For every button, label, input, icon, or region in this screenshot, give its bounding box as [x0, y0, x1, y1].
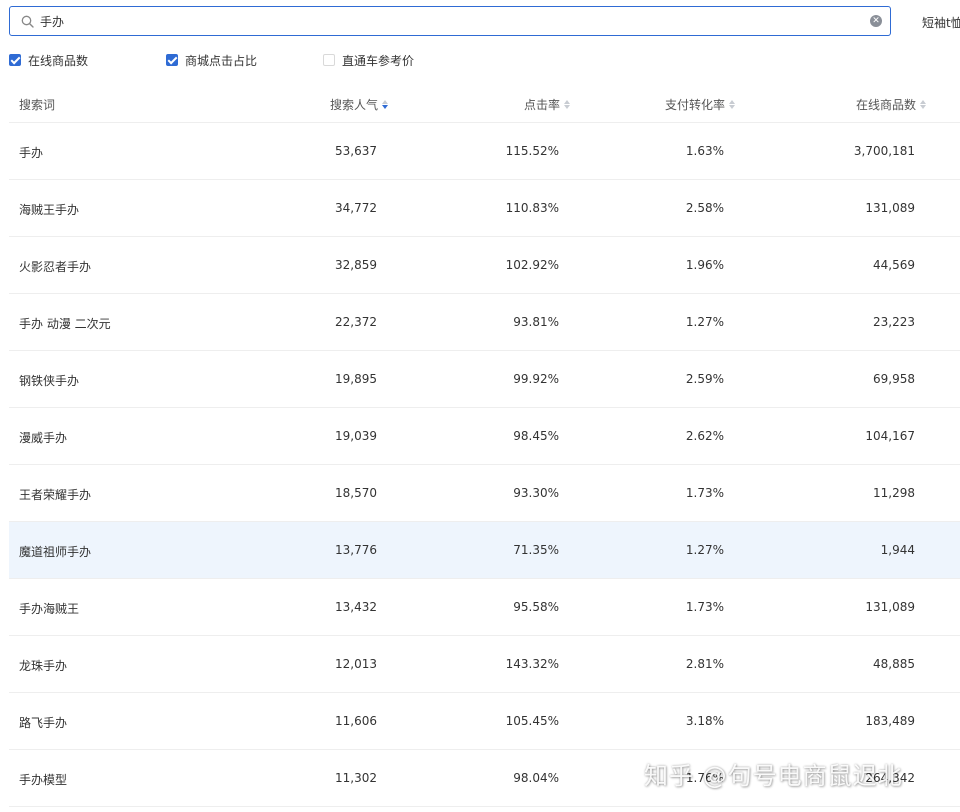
filter-label: 直通车参考价 [342, 53, 415, 68]
click-rate-cell: 143.32% [505, 657, 559, 671]
keyword-cell: 王者荣耀手办 [19, 488, 92, 502]
online-items-cell: 48,885 [873, 657, 915, 671]
table-row[interactable]: 手办 动漫 二次元 22,372 93.81% 1.27% 23,223 [9, 294, 960, 351]
online-items-cell: 131,089 [865, 201, 915, 215]
search-popularity-cell: 19,895 [335, 372, 377, 386]
column-header-online-items[interactable]: 在线商品数 [856, 96, 926, 113]
conversion-rate-cell: 1.73% [685, 486, 724, 500]
conversion-rate-cell: 2.59% [685, 372, 724, 386]
filter-online-items[interactable]: 在线商品数 [9, 53, 89, 68]
keyword-cell: 海贼王手办 [19, 203, 80, 217]
checkbox[interactable] [323, 54, 335, 66]
search-popularity-cell: 34,772 [335, 201, 377, 215]
search-input[interactable] [40, 11, 860, 31]
table-row[interactable]: 魔道祖师手办 13,776 71.35% 1.27% 1,944 [9, 522, 960, 579]
online-items-cell: 11,298 [873, 486, 915, 500]
keyword-cell: 手办 [19, 146, 44, 160]
click-rate-cell: 102.92% [505, 258, 559, 272]
search-popularity-cell: 53,637 [335, 144, 377, 158]
conversion-rate-cell: 1.63% [685, 144, 724, 158]
click-rate-cell: 93.81% [513, 315, 559, 329]
close-circle-icon[interactable]: ✕ [870, 15, 882, 27]
table-row[interactable]: 火影忍者手办 32,859 102.92% 1.96% 44,569 [9, 237, 960, 294]
online-items-cell: 1,944 [880, 543, 915, 557]
online-items-cell: 44,569 [873, 258, 915, 272]
click-rate-cell: 98.45% [513, 429, 559, 443]
table-row[interactable]: 王者荣耀手办 18,570 93.30% 1.73% 11,298 [9, 465, 960, 522]
search-popularity-cell: 11,606 [335, 714, 377, 728]
filter-mall-click-ratio[interactable]: 商城点击占比 [166, 53, 258, 68]
table-row[interactable]: 海贼王手办 34,772 110.83% 2.58% 131,089 [9, 180, 960, 237]
table-row[interactable]: 漫威手办 19,039 98.45% 2.62% 104,167 [9, 408, 960, 465]
click-rate-cell: 99.92% [513, 372, 559, 386]
keyword-cell: 手办 动漫 二次元 [19, 317, 111, 331]
sort-icon[interactable] [729, 100, 735, 109]
conversion-rate-cell: 1.27% [685, 543, 724, 557]
online-items-cell: 23,223 [873, 315, 915, 329]
column-header-search-popularity[interactable]: 搜索人气 [330, 96, 388, 113]
table-row[interactable]: 钢铁侠手办 19,895 99.92% 2.59% 69,958 [9, 351, 960, 408]
keyword-cell: 手办模型 [19, 773, 68, 787]
search-bar: ✕ 短袖t恤 [0, 0, 960, 44]
column-filters: 在线商品数 商城点击占比 直通车参考价 [0, 48, 960, 72]
sort-icon[interactable] [920, 100, 926, 109]
online-items-cell: 69,958 [873, 372, 915, 386]
column-header-keyword: 搜索词 [19, 98, 56, 112]
search-popularity-cell: 11,302 [335, 771, 377, 785]
click-rate-cell: 105.45% [505, 714, 559, 728]
sort-icon[interactable] [564, 100, 570, 109]
table-row[interactable]: 龙珠手办 12,013 143.32% 2.81% 48,885 [9, 636, 960, 693]
search-popularity-cell: 19,039 [335, 429, 377, 443]
checkbox[interactable] [166, 54, 178, 66]
click-rate-cell: 93.30% [513, 486, 559, 500]
table-header: 搜索词 搜索人气 点击率 支付转化率 在线商品数 [9, 84, 960, 123]
online-items-cell: 104,167 [865, 429, 915, 443]
keyword-cell: 路飞手办 [19, 716, 68, 730]
filter-ztc-reference-price[interactable]: 直通车参考价 [323, 53, 415, 68]
table-row[interactable]: 手办 53,637 115.52% 1.63% 3,700,181 [9, 123, 960, 180]
click-rate-cell: 95.58% [513, 600, 559, 614]
conversion-rate-cell: 2.62% [685, 429, 724, 443]
online-items-cell: 183,489 [865, 714, 915, 728]
table-row[interactable]: 手办海贼王 13,432 95.58% 1.73% 131,089 [9, 579, 960, 636]
keyword-table: 搜索词 搜索人气 点击率 支付转化率 在线商品数 手办 53,637 115.52%… [9, 84, 960, 807]
keyword-cell: 火影忍者手办 [19, 260, 92, 274]
keyword-cell: 钢铁侠手办 [19, 374, 80, 388]
keyword-cell: 漫威手办 [19, 431, 68, 445]
filter-label: 商城点击占比 [185, 53, 258, 68]
online-items-cell: 131,089 [865, 600, 915, 614]
keyword-cell: 龙珠手办 [19, 659, 68, 673]
keyword-cell: 魔道祖师手办 [19, 545, 92, 559]
column-header-conversion-rate[interactable]: 支付转化率 [665, 96, 735, 113]
table-row[interactable]: 路飞手办 11,606 105.45% 3.18% 183,489 [9, 693, 960, 750]
search-popularity-cell: 32,859 [335, 258, 377, 272]
search-popularity-cell: 12,013 [335, 657, 377, 671]
search-popularity-cell: 22,372 [335, 315, 377, 329]
search-icon [21, 15, 34, 28]
search-popularity-cell: 18,570 [335, 486, 377, 500]
filter-label: 在线商品数 [28, 53, 89, 68]
checkbox[interactable] [9, 54, 21, 66]
click-rate-cell: 71.35% [513, 543, 559, 557]
search-box[interactable]: ✕ [9, 6, 891, 36]
conversion-rate-cell: 1.73% [685, 600, 724, 614]
watermark: 知乎 @句号电商鼠迟北 [644, 762, 903, 790]
conversion-rate-cell: 2.81% [685, 657, 724, 671]
conversion-rate-cell: 2.58% [685, 201, 724, 215]
conversion-rate-cell: 3.18% [685, 714, 724, 728]
click-rate-cell: 115.52% [505, 144, 559, 158]
sort-icon[interactable] [382, 100, 388, 109]
search-popularity-cell: 13,432 [335, 600, 377, 614]
keyword-cell: 手办海贼王 [19, 602, 80, 616]
online-items-cell: 3,700,181 [853, 144, 915, 158]
conversion-rate-cell: 1.27% [685, 315, 724, 329]
table-body: 手办 53,637 115.52% 1.63% 3,700,181 海贼王手办 34,772… [9, 123, 960, 807]
column-header-click-rate[interactable]: 点击率 [524, 96, 570, 113]
conversion-rate-cell: 1.96% [685, 258, 724, 272]
click-rate-cell: 110.83% [505, 201, 559, 215]
click-rate-cell: 98.04% [513, 771, 559, 785]
search-popularity-cell: 13,776 [335, 543, 377, 557]
search-suggestion[interactable]: 短袖t恤 [922, 14, 960, 31]
